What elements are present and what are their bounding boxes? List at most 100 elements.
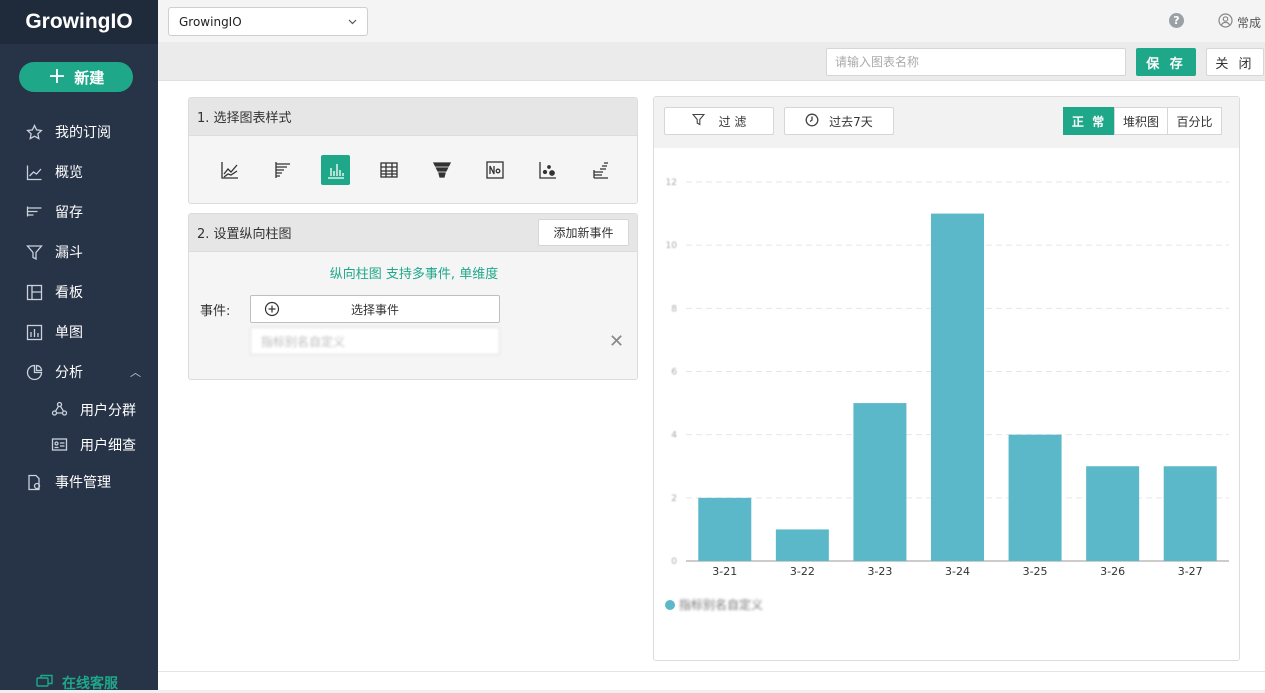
chart-preview-panel: 过 滤 过去7天 正 常 堆积图 百分比 0 2 4 6 8 10 12 3-21 3-22 3-…	[653, 96, 1240, 661]
user-menu[interactable]: 常成	[1218, 13, 1261, 31]
online-support-link[interactable]: 在线客服	[36, 673, 118, 693]
date-range-button[interactable]: 过去7天	[784, 107, 894, 135]
sidebar-item-overview[interactable]: 概览	[0, 152, 158, 192]
event-doc-icon	[25, 473, 43, 491]
bar[interactable]	[1008, 434, 1062, 561]
sidebar-item-event-management[interactable]: 事件管理	[0, 462, 158, 502]
line-chart-type-icon[interactable]	[215, 155, 244, 185]
funnel-icon	[25, 243, 43, 261]
sidebar-item-single-chart[interactable]: 单图	[0, 312, 158, 352]
sidebar-item-funnel[interactable]: 漏斗	[0, 232, 158, 272]
table-type-icon[interactable]	[374, 155, 403, 185]
select-event-label: 选择事件	[350, 302, 399, 317]
x-tick-label: 3-25	[1023, 565, 1048, 578]
close-button[interactable]: 关 闭	[1206, 48, 1264, 76]
filter-icon	[691, 113, 705, 129]
mode-percent-button[interactable]: 百分比	[1167, 107, 1222, 135]
divider	[158, 671, 1265, 672]
chart-mode-toggle: 正 常 堆积图 百分比	[1063, 107, 1222, 135]
sidebar-item-label: 分析	[55, 365, 83, 381]
top-bar: GrowingIO ? 常成	[158, 0, 1265, 42]
y-tick-label: 6	[671, 368, 677, 378]
star-icon	[25, 123, 43, 141]
help-icon[interactable]: ?	[1169, 13, 1184, 28]
retention-icon	[25, 203, 43, 221]
horizontal-bar-type-icon[interactable]	[268, 155, 297, 185]
y-tick-label: 10	[666, 241, 678, 251]
chart-legend[interactable]: 指标别名自定义	[665, 596, 763, 613]
select-event-button[interactable]: 选择事件	[250, 295, 500, 323]
sidebar-item-label: 单图	[55, 325, 83, 341]
chat-icon	[36, 674, 54, 692]
chart-toolbar: 保 存 关 闭	[158, 42, 1265, 81]
number-type-icon[interactable]	[480, 155, 509, 185]
y-tick-label: 12	[666, 178, 677, 188]
sidebar-item-retention[interactable]: 留存	[0, 192, 158, 232]
sidebar-item-subscriptions[interactable]: 我的订阅	[0, 112, 158, 152]
mode-stacked-button[interactable]: 堆积图	[1114, 107, 1168, 135]
chart-type-list	[189, 136, 637, 203]
user-avatar-icon	[1218, 13, 1233, 31]
bar-chart-icon	[25, 323, 43, 341]
user-name: 常成	[1237, 15, 1262, 30]
plus-icon: +	[47, 64, 67, 89]
x-tick-label: 3-23	[867, 565, 892, 578]
date-range-label: 过去7天	[829, 114, 873, 129]
user-group-icon	[50, 401, 68, 419]
x-tick-label: 3-26	[1100, 565, 1125, 578]
legend-label: 指标别名自定义	[679, 598, 764, 612]
mode-normal-button[interactable]: 正 常	[1063, 107, 1115, 135]
sidebar-item-label: 概览	[55, 165, 83, 181]
chevron-up-icon[interactable]: ︿	[130, 364, 141, 380]
project-select-value: GrowingIO	[179, 14, 242, 29]
bar[interactable]	[853, 403, 907, 561]
y-tick-label: 4	[671, 431, 677, 441]
save-button[interactable]: 保 存	[1136, 48, 1196, 76]
bar[interactable]	[698, 497, 752, 561]
x-tick-label: 3-27	[1178, 565, 1203, 578]
sidebar-item-label: 事件管理	[55, 475, 111, 491]
y-tick-label: 8	[671, 304, 677, 314]
plus-circle-icon	[264, 301, 280, 320]
sidebar-item-analysis[interactable]: 分析 ︿	[0, 352, 158, 392]
sidebar-item-user-detail[interactable]: 用户细查	[0, 427, 158, 462]
chart-type-panel-title: 1. 选择图表样式	[189, 98, 637, 136]
close-icon[interactable]: ✕	[609, 331, 624, 352]
stacked-bar-type-icon[interactable]	[586, 155, 615, 185]
bar[interactable]	[1086, 466, 1140, 561]
chart-preview-header: 过 滤 过去7天 正 常 堆积图 百分比	[654, 97, 1239, 148]
bar[interactable]	[775, 529, 829, 561]
sidebar-nav: 我的订阅 概览 留存 漏斗 看板 单图 分析 ︿ 用户分群 用户细查 事件管理	[0, 112, 158, 502]
sidebar-item-label: 我的订阅	[55, 125, 111, 141]
chart-name-input[interactable]	[826, 48, 1126, 76]
pie-chart-icon	[25, 363, 43, 381]
chevron-down-icon	[347, 16, 358, 30]
clock-icon	[805, 113, 819, 130]
filter-button[interactable]: 过 滤	[664, 107, 774, 135]
bar[interactable]	[1163, 466, 1217, 561]
dashboard-icon	[25, 283, 43, 301]
sidebar: GrowingIO + 新建 我的订阅 概览 留存 漏斗 看板 单图 分析 ︿ …	[0, 0, 158, 693]
add-event-button[interactable]: 添加新事件	[538, 219, 629, 246]
sidebar-item-label: 漏斗	[55, 245, 83, 261]
x-tick-label: 3-24	[945, 565, 970, 578]
legend-swatch	[665, 599, 675, 610]
line-chart-icon	[25, 163, 43, 181]
chart-description: 纵向柱图 支持多事件, 单维度	[329, 267, 499, 282]
user-card-icon	[50, 436, 68, 454]
new-button[interactable]: + 新建	[19, 62, 133, 92]
project-select[interactable]: GrowingIO	[168, 7, 368, 36]
y-tick-label: 0	[671, 557, 677, 567]
funnel-type-icon[interactable]	[427, 155, 456, 185]
sidebar-item-dashboard[interactable]: 看板	[0, 272, 158, 312]
app-logo[interactable]: GrowingIO	[0, 0, 158, 44]
online-support-label: 在线客服	[62, 676, 118, 692]
metric-alias-input[interactable]: 指标别名自定义	[250, 327, 500, 355]
sidebar-item-user-segment[interactable]: 用户分群	[0, 392, 158, 427]
bar-chart: 0 2 4 6 8 10 12 3-21 3-22 3-23 3-24 3-25 3-26 3-27	[666, 178, 1229, 578]
scatter-type-icon[interactable]	[533, 155, 562, 185]
filter-label: 过 滤	[718, 114, 747, 129]
sidebar-item-label: 留存	[55, 205, 83, 221]
bar[interactable]	[931, 213, 984, 561]
vertical-bar-type-icon[interactable]	[321, 154, 350, 185]
